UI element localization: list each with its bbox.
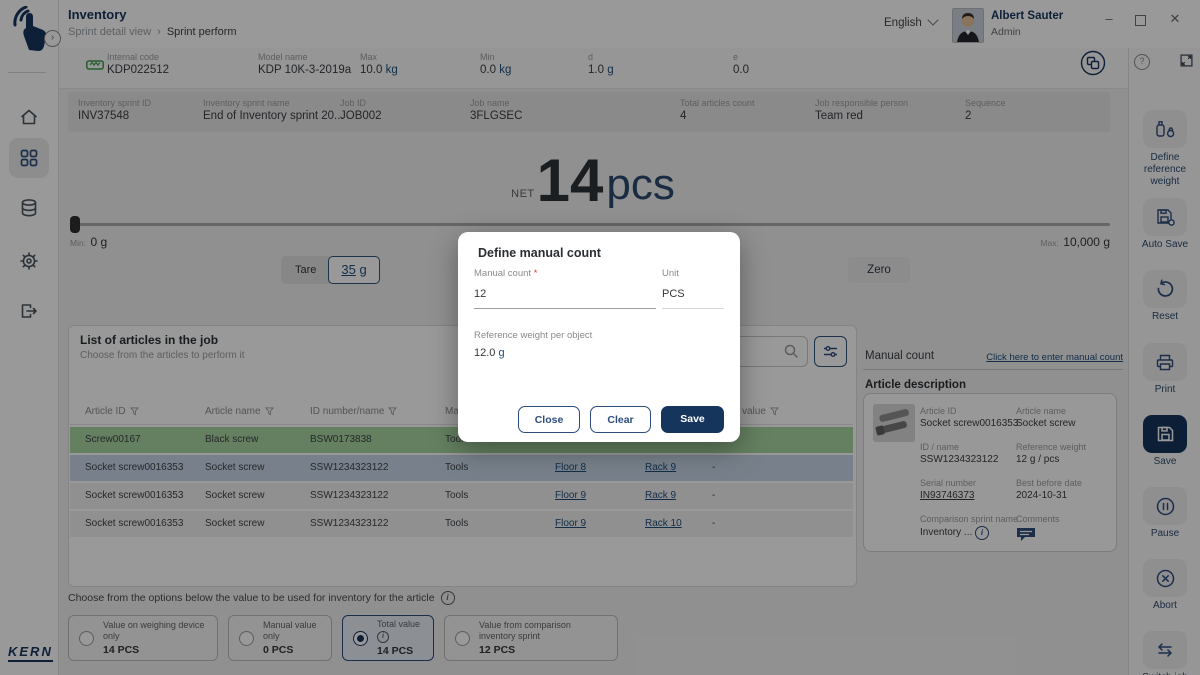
save-button[interactable]: Save: [661, 406, 724, 433]
reference-weight-value: 12.0 g: [474, 347, 505, 359]
required-asterisk: *: [534, 268, 538, 279]
manual-count-label: Manual count *: [474, 268, 537, 279]
app-window: KERN › Inventory Sprint detail view›Spri…: [0, 0, 1200, 675]
unit-label: Unit: [662, 268, 679, 279]
input-underline: [474, 308, 656, 309]
reference-weight-label: Reference weight per object: [474, 330, 592, 341]
input-underline: [662, 308, 724, 309]
manual-count-input[interactable]: 12: [474, 288, 486, 300]
clear-button[interactable]: Clear: [590, 406, 651, 433]
unit-value: PCS: [662, 288, 685, 300]
modal-title: Define manual count: [478, 246, 601, 260]
define-manual-count-modal: Define manual count Manual count * 12 Un…: [458, 232, 740, 442]
close-button[interactable]: Close: [518, 406, 580, 433]
